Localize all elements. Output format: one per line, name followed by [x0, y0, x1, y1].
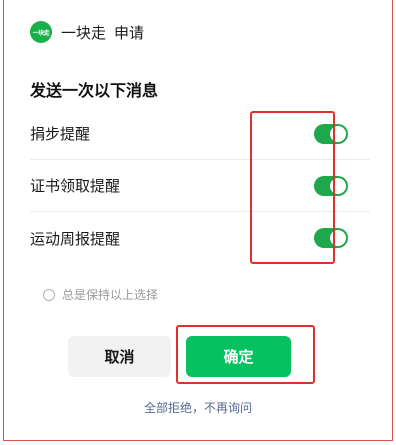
subscription-label: 证书领取提醒	[30, 177, 121, 195]
cancel-button[interactable]: 取消	[68, 336, 171, 377]
remember-choice-label: 总是保持以上选择	[62, 288, 159, 302]
section-title: 发送一次以下消息	[30, 81, 159, 100]
dialog-header: 一块走 一块走 申请	[30, 19, 144, 45]
confirm-highlight-box	[176, 325, 315, 384]
subscription-label: 捐步提醒	[30, 125, 91, 143]
request-label: 申请	[114, 23, 145, 42]
remember-choice-option[interactable]: 总是保持以上选择	[43, 286, 158, 303]
reject-all-link[interactable]: 全部拒绝，不再询问	[0, 399, 396, 416]
subscription-label: 运动周报提醒	[30, 229, 121, 248]
app-logo-text: 一块走	[32, 29, 50, 37]
radio-circle-icon[interactable]	[43, 288, 55, 301]
toggles-highlight-box	[250, 111, 335, 264]
app-name: 一块走	[61, 23, 107, 42]
app-logo-icon: 一块走	[30, 21, 52, 43]
